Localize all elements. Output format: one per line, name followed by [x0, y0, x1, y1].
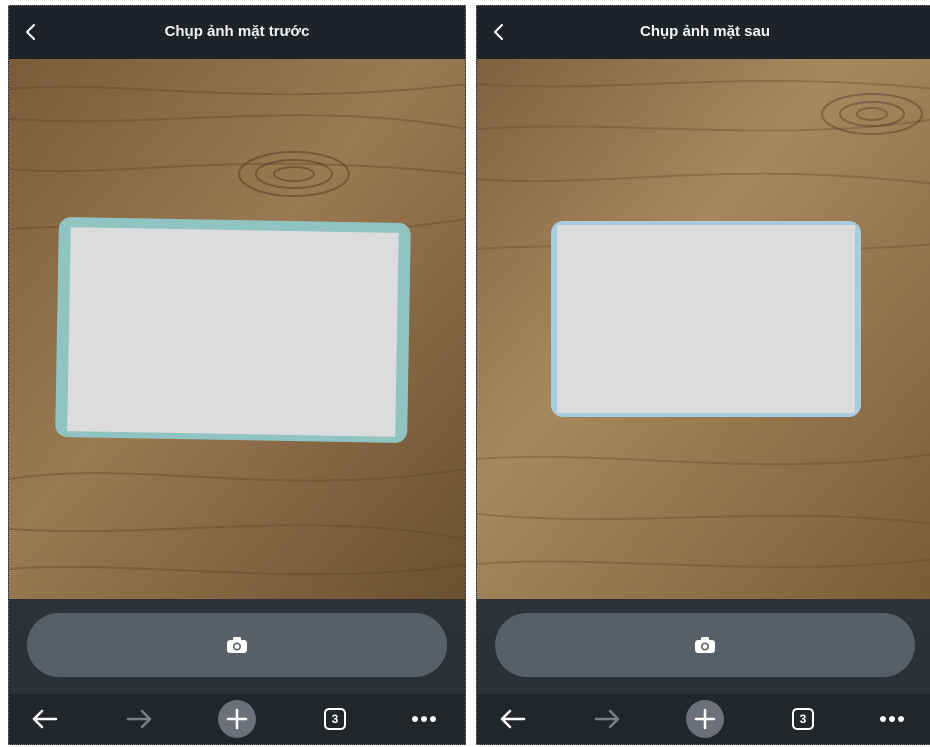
page-title: Chụp ảnh mặt trước — [164, 23, 310, 40]
nav-back-button[interactable] — [482, 694, 542, 744]
camera-icon — [695, 637, 715, 653]
front-capture-screen: Chụp ảnh mặt trước 3 — [8, 5, 466, 745]
more-button[interactable] — [862, 694, 922, 744]
camera-preview — [9, 59, 465, 599]
browser-navbar: 3 — [9, 694, 465, 744]
id-card-front — [55, 217, 411, 443]
more-dots-icon — [412, 716, 436, 722]
arrow-right-icon — [126, 709, 152, 729]
id-card-back — [551, 221, 861, 417]
tabs-button[interactable]: 3 — [773, 694, 833, 744]
shutter-area — [9, 613, 465, 698]
arrow-left-icon — [500, 709, 526, 729]
more-dots-icon — [880, 716, 904, 722]
arrow-right-icon — [594, 709, 620, 729]
more-button[interactable] — [394, 694, 454, 744]
capture-button[interactable] — [495, 613, 915, 677]
wood-table-photo — [477, 59, 930, 599]
shutter-area — [477, 613, 930, 698]
tabs-icon: 3 — [792, 708, 814, 730]
header: Chụp ảnh mặt trước — [9, 6, 465, 59]
plus-icon — [686, 700, 724, 738]
camera-icon — [227, 637, 247, 653]
nav-forward-button[interactable] — [578, 694, 638, 744]
capture-button[interactable] — [27, 613, 447, 677]
nav-forward-button[interactable] — [110, 694, 170, 744]
nav-back-button[interactable] — [14, 694, 74, 744]
page-title: Chụp ảnh mặt sau — [639, 23, 770, 40]
arrow-left-icon — [32, 709, 58, 729]
new-tab-button[interactable] — [675, 694, 735, 744]
camera-preview — [477, 59, 930, 599]
browser-navbar: 3 — [477, 694, 930, 744]
plus-icon — [218, 700, 256, 738]
header: Chụp ảnh mặt sau — [477, 6, 930, 59]
wood-table-photo — [9, 59, 465, 599]
back-capture-screen: Chụp ảnh mặt sau 3 — [476, 5, 930, 745]
tabs-icon: 3 — [324, 708, 346, 730]
tabs-button[interactable]: 3 — [305, 694, 365, 744]
new-tab-button[interactable] — [207, 694, 267, 744]
